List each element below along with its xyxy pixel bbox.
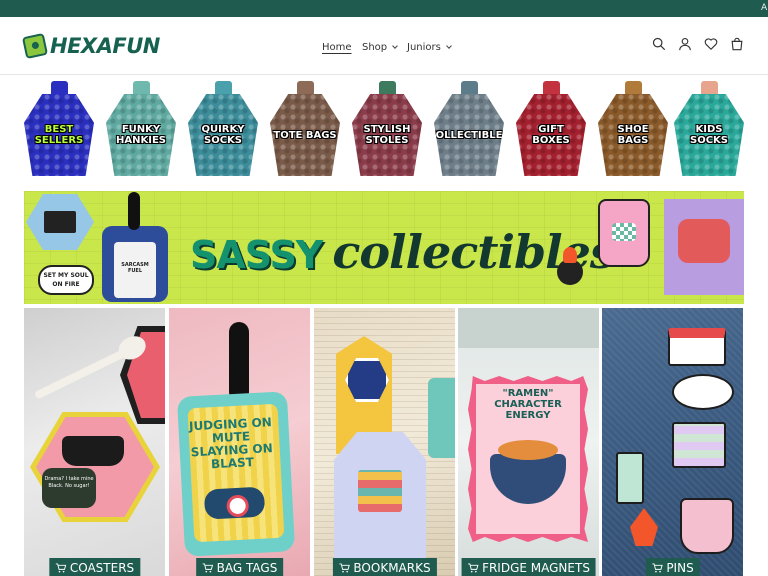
pin-image [616, 452, 644, 504]
tile-label: BAG TAGS [216, 560, 278, 575]
category-label: GIFT BOXES [532, 124, 570, 146]
header-icons [652, 37, 744, 51]
tile-fridge-magnets[interactable]: "RAMEN" CHARACTER ENERGY FRIDGE MAGNETS [458, 308, 599, 576]
cart-icon [467, 562, 478, 572]
category-hex: GIFT BOXES [516, 94, 586, 176]
collection-tiles: Drama? I take mine Black. No sugar! COAS… [24, 308, 744, 576]
cart-icon[interactable] [730, 37, 744, 51]
logo[interactable]: HEXAFUN [21, 31, 160, 61]
category-strip: BEST SELLERS FUNKY HANKIES QUIRKY SOCKS … [24, 80, 744, 176]
category-tote-bags[interactable]: TOTE BAGS [270, 80, 340, 176]
account-icon[interactable] [678, 37, 692, 51]
nav-shop-label: Shop [362, 41, 388, 53]
category-label: COLLECTIBLES [428, 129, 510, 141]
category-label: STYLISH STOLES [363, 124, 411, 146]
toaster-magnet-icon [664, 199, 744, 295]
tile-label: BOOKMARKS [353, 560, 431, 575]
logo-icon [21, 32, 49, 60]
category-hex: STYLISH STOLES [352, 94, 422, 176]
category-hex: KIDS SOCKS [674, 94, 744, 176]
chevron-down-icon [392, 42, 398, 49]
sunglasses-illustration [62, 436, 124, 466]
category-gift-boxes[interactable]: GIFT BOXES [516, 80, 586, 176]
category-label: FUNKY HANKIES [116, 124, 166, 146]
chevron-down-icon [446, 42, 452, 49]
announcement-text: A [761, 3, 768, 13]
category-hex: COLLECTIBLES [434, 94, 504, 176]
category-hex: BEST SELLERS [24, 94, 94, 176]
category-stylish-stoles[interactable]: STYLISH STOLES [352, 80, 422, 176]
sassy-collectibles-banner[interactable]: SET MY SOUL ON FIRE SARCASM FUEL SASSY c… [24, 191, 744, 304]
tile-label: PINS [666, 560, 694, 575]
banner-title-sassy: SASSY [190, 233, 323, 277]
cart-icon [651, 562, 663, 572]
cart-icon [338, 562, 350, 572]
category-kids-socks[interactable]: KIDS SOCKS [674, 80, 744, 176]
category-label: QUIRKY SOCKS [201, 124, 245, 146]
nav-juniors[interactable]: Juniors [407, 41, 452, 53]
bomb-pin-icon [557, 247, 583, 285]
site-header: HEXAFUN Home Shop Juniors [0, 17, 768, 75]
spoon-image [33, 344, 137, 400]
category-label: KIDS SOCKS [690, 124, 728, 146]
tile-bookmarks-button[interactable]: BOOKMARKS [332, 558, 437, 576]
wishlist-icon[interactable] [704, 37, 718, 51]
cart-icon [55, 562, 66, 572]
bag-tag-strap [229, 322, 249, 402]
category-label: BEST SELLERS [34, 124, 84, 146]
tile-bag-tags-button[interactable]: BAG TAGS [195, 558, 284, 576]
category-hex: TOTE BAGS [270, 94, 340, 176]
tile-label: FRIDGE MAGNETS [482, 560, 590, 575]
nav-shop[interactable]: Shop [362, 41, 398, 53]
cart-icon [202, 562, 213, 572]
mug-magnet-icon [598, 199, 650, 267]
category-best-sellers[interactable]: BEST SELLERS [24, 80, 94, 176]
pin-image [680, 498, 734, 554]
category-funky-hankies[interactable]: FUNKY HANKIES [106, 80, 176, 176]
category-hex: QUIRKY SOCKS [188, 94, 258, 176]
bag-tag-image: SARCASM FUEL [102, 192, 168, 302]
pin-image [668, 328, 726, 366]
category-hex: FUNKY HANKIES [106, 94, 176, 176]
bag-tag-text: JUDGING ON MUTE SLAYING ON BLAST [188, 415, 274, 472]
tile-coasters[interactable]: Drama? I take mine Black. No sugar! COAS… [24, 308, 165, 576]
category-collectibles[interactable]: COLLECTIBLES [434, 80, 504, 176]
announcement-bar: A [0, 0, 768, 17]
bag-tag-strap [128, 192, 140, 230]
tile-label: COASTERS [69, 560, 135, 575]
magnet-text: "RAMEN" CHARACTER ENERGY [494, 388, 562, 421]
category-label: TOTE BAGS [273, 129, 337, 141]
nav-home[interactable]: Home [322, 42, 352, 53]
tile-pins[interactable]: PINS [602, 308, 743, 576]
nav-home-label: Home [322, 41, 352, 53]
pin-image [672, 374, 734, 410]
category-label: SHOE BAGS [617, 124, 649, 146]
logo-text: HEXAFUN [50, 34, 160, 58]
bag-tag-card: SARCASM FUEL [114, 242, 156, 298]
tile-pins-button[interactable]: PINS [645, 558, 700, 576]
fridge-shelf [458, 308, 599, 348]
soul-on-fire-pin: SET MY SOUL ON FIRE [38, 265, 94, 295]
pin-image [672, 422, 726, 468]
tile-bag-tags[interactable]: JUDGING ON MUTE SLAYING ON BLAST BAG TAG… [169, 308, 310, 576]
camera-illustration [203, 486, 266, 520]
nav-juniors-label: Juniors [407, 41, 441, 53]
coaster-quote: Drama? I take mine Black. No sugar! [42, 468, 96, 508]
banner-title: SASSY collectibles [190, 225, 616, 279]
tile-bookmarks[interactable]: BOOKMARKS [314, 308, 455, 576]
bookmark-image [334, 432, 426, 558]
search-icon[interactable] [652, 37, 666, 51]
tile-fridge-magnets-button[interactable]: FRIDGE MAGNETS [461, 558, 596, 576]
category-shoe-bags[interactable]: SHOE BAGS [598, 80, 668, 176]
category-quirky-socks[interactable]: QUIRKY SOCKS [188, 80, 258, 176]
tile-coasters-button[interactable]: COASTERS [48, 558, 141, 576]
bag-tag-image: JUDGING ON MUTE SLAYING ON BLAST [176, 391, 296, 557]
category-hex: SHOE BAGS [598, 94, 668, 176]
bookmark-image [428, 378, 455, 458]
